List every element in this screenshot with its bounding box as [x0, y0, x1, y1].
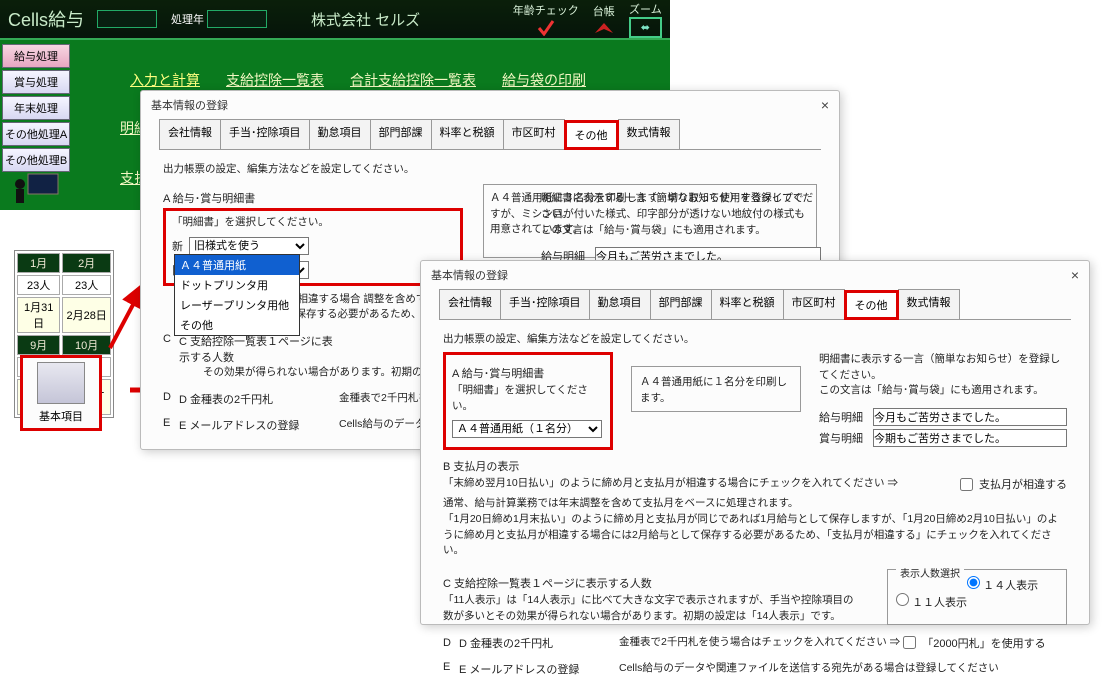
close-icon[interactable]: × [821, 97, 829, 113]
intro-text: 出力帳票の設定、編集方法などを設定してください。 [163, 162, 817, 178]
display-count-group: 表示人数選択 １４人表示 １１人表示 [887, 569, 1067, 625]
tab-city[interactable]: 市区町村 [503, 119, 565, 149]
building-icon [37, 362, 85, 404]
radio-11[interactable]: １１人表示 [896, 597, 967, 609]
btn-other-a[interactable]: その他処理A [2, 122, 70, 146]
menu-bar: 入力と計算 支給控除一覧表 合計支給控除一覧表 給与袋の印刷 [130, 70, 586, 90]
format-dropdown-list[interactable]: Ａ４普通用紙 ドットプリンタ用 レーザープリンタ用他 その他 [174, 254, 300, 336]
tab-company[interactable]: 会社情報 [159, 119, 221, 149]
app-title: Cells給与 [8, 6, 84, 32]
chk-2000yen[interactable]: 「2000円札」を使用する [903, 635, 1045, 651]
meisai-select-area-2: A 給与･賞与明細書 「明細書」を選択してください。 Ａ４普通用紙（１名分） [443, 352, 613, 450]
age-check-button[interactable]: 年齢チェック [513, 2, 579, 36]
menu-input-calc[interactable]: 入力と計算 [130, 70, 200, 90]
btn-salary[interactable]: 給与処理 [2, 44, 70, 68]
tab-department[interactable]: 部門部課 [650, 289, 712, 319]
btn-bonus[interactable]: 賞与処理 [2, 70, 70, 94]
chk-month-diff[interactable]: 支払月が相違する [960, 476, 1067, 492]
tab-attendance[interactable]: 勤怠項目 [309, 119, 371, 149]
dropdown-opt-a4[interactable]: Ａ４普通用紙 [175, 255, 299, 275]
ledger-button[interactable]: 台帳 [593, 3, 615, 35]
dialog-basic-info-2: 基本情報の登録 × 会社情報 手当･控除項目 勤怠項目 部門部課 料率と税額 市区… [420, 260, 1090, 625]
tab-rate[interactable]: 料率と税額 [431, 119, 504, 149]
tab-city[interactable]: 市区町村 [783, 289, 845, 319]
input-kyuyo-msg-2[interactable] [873, 408, 1067, 426]
message-intro: 明細書に表示する一言（簡単なお知らせ）を登録してください。 この文言は「給与･賞… [541, 191, 821, 238]
field-blank1[interactable] [97, 10, 157, 28]
presenter-icon [10, 170, 62, 210]
btn-other-b[interactable]: その他処理B [2, 148, 70, 172]
dialog-tabs: 会社情報 手当･控除項目 勤怠項目 部門部課 料率と税額 市区町村 その他 数式… [439, 289, 1071, 320]
section-a-label: A 給与･賞与明細書 [163, 190, 463, 206]
side-buttons: 給与処理 賞与処理 年末処理 その他処理A その他処理B [0, 42, 72, 174]
menu-deduction-list[interactable]: 支給控除一覧表 [226, 70, 324, 90]
tab-department[interactable]: 部門部課 [370, 119, 432, 149]
year-label: 処理年 [171, 11, 204, 27]
tab-formula[interactable]: 数式情報 [898, 289, 960, 319]
dialog-title: 基本情報の登録 [431, 267, 508, 283]
radio-14[interactable]: １４人表示 [967, 580, 1038, 592]
dropdown-opt-other[interactable]: その他 [175, 315, 299, 335]
select-format-2[interactable]: Ａ４普通用紙（１名分） [452, 420, 602, 438]
dialog-tabs: 会社情報 手当･控除項目 勤怠項目 部門部課 料率と税額 市区町村 その他 数式… [159, 119, 821, 150]
tab-attendance[interactable]: 勤怠項目 [589, 289, 651, 319]
dropdown-opt-dot[interactable]: ドットプリンタ用 [175, 275, 299, 295]
btn-yearend[interactable]: 年末処理 [2, 96, 70, 120]
tab-company[interactable]: 会社情報 [439, 289, 501, 319]
basic-items-button[interactable]: 基本項目 [20, 355, 102, 431]
dropdown-opt-laser[interactable]: レーザープリンタ用他 [175, 295, 299, 315]
tab-formula[interactable]: 数式情報 [618, 119, 680, 149]
menu-payslip-print[interactable]: 給与袋の印刷 [502, 70, 586, 90]
input-shoyo-msg-2[interactable] [873, 429, 1067, 447]
field-year[interactable] [207, 10, 267, 28]
app-toolbar: Cells給与 処理年 株式会社 セルズ 年齢チェック 台帳 ズーム⬌ [0, 0, 670, 40]
tab-allowance[interactable]: 手当･控除項目 [500, 289, 590, 319]
zoom-button[interactable]: ズーム⬌ [629, 1, 662, 38]
tab-allowance[interactable]: 手当･控除項目 [220, 119, 310, 149]
menu-total-list[interactable]: 合計支給控除一覧表 [350, 70, 476, 90]
tab-other[interactable]: その他 [844, 290, 899, 320]
dialog-title: 基本情報の登録 [151, 97, 228, 113]
select-new-format[interactable]: 旧様式を使う [189, 237, 309, 255]
tab-other[interactable]: その他 [564, 120, 619, 150]
close-icon[interactable]: × [1071, 267, 1079, 283]
company-name: 株式会社 セルズ [311, 9, 420, 30]
tab-rate[interactable]: 料率と税額 [711, 289, 784, 319]
